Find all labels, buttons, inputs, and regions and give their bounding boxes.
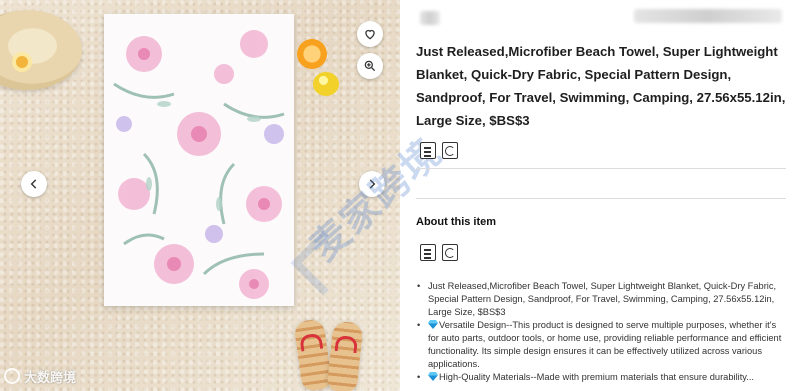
straw-hat-image bbox=[0, 10, 82, 90]
orange-slice-image bbox=[297, 39, 327, 69]
redacted-text-left bbox=[420, 11, 440, 25]
divider bbox=[416, 168, 786, 169]
title-action-icons bbox=[420, 142, 458, 159]
divider bbox=[416, 198, 786, 199]
bullet-text: High-Quality Materials--Made with premiu… bbox=[439, 372, 754, 382]
clipboard-icon[interactable] bbox=[420, 142, 436, 159]
product-detail-panel: Just Released,Microfiber Beach Towel, Su… bbox=[416, 0, 786, 391]
corner-watermark-logo: 大数跨境 bbox=[4, 366, 76, 386]
bullet-text: Just Released,Microfiber Beach Towel, Su… bbox=[428, 281, 777, 317]
lemon-image bbox=[313, 72, 339, 96]
redacted-text-right bbox=[634, 9, 782, 23]
translate-icon[interactable] bbox=[442, 142, 458, 159]
feature-bullet-list: Just Released,Microfiber Beach Towel, Su… bbox=[416, 280, 786, 384]
floral-pattern bbox=[104, 14, 294, 306]
list-item: High-Quality Materials--Made with premiu… bbox=[416, 371, 786, 384]
list-item: Just Released,Microfiber Beach Towel, Su… bbox=[416, 280, 786, 319]
watermark-logo-icon bbox=[4, 368, 20, 384]
diamond-icon bbox=[428, 372, 438, 381]
list-item: Versatile Design--This product is design… bbox=[416, 319, 786, 371]
clipboard-icon[interactable] bbox=[420, 244, 436, 261]
chevron-left-icon[interactable] bbox=[21, 171, 47, 197]
watermark-brand-text: 大数跨境 bbox=[24, 369, 77, 385]
chevron-right-icon[interactable] bbox=[359, 171, 385, 197]
product-image-gallery[interactable]: 大数跨境 bbox=[0, 0, 400, 391]
hat-flower-image bbox=[12, 52, 32, 72]
product-title: Just Released,Microfiber Beach Towel, Su… bbox=[416, 44, 786, 128]
zoom-in-icon[interactable] bbox=[357, 53, 383, 79]
flip-flop-right bbox=[326, 320, 364, 391]
beach-towel-image bbox=[104, 14, 294, 306]
bullet-text: Versatile Design--This product is design… bbox=[428, 320, 782, 369]
translate-icon[interactable] bbox=[442, 244, 458, 261]
about-action-icons bbox=[420, 244, 458, 261]
diamond-icon bbox=[428, 320, 438, 329]
heart-icon[interactable] bbox=[357, 21, 383, 47]
about-heading: About this item bbox=[416, 216, 497, 228]
